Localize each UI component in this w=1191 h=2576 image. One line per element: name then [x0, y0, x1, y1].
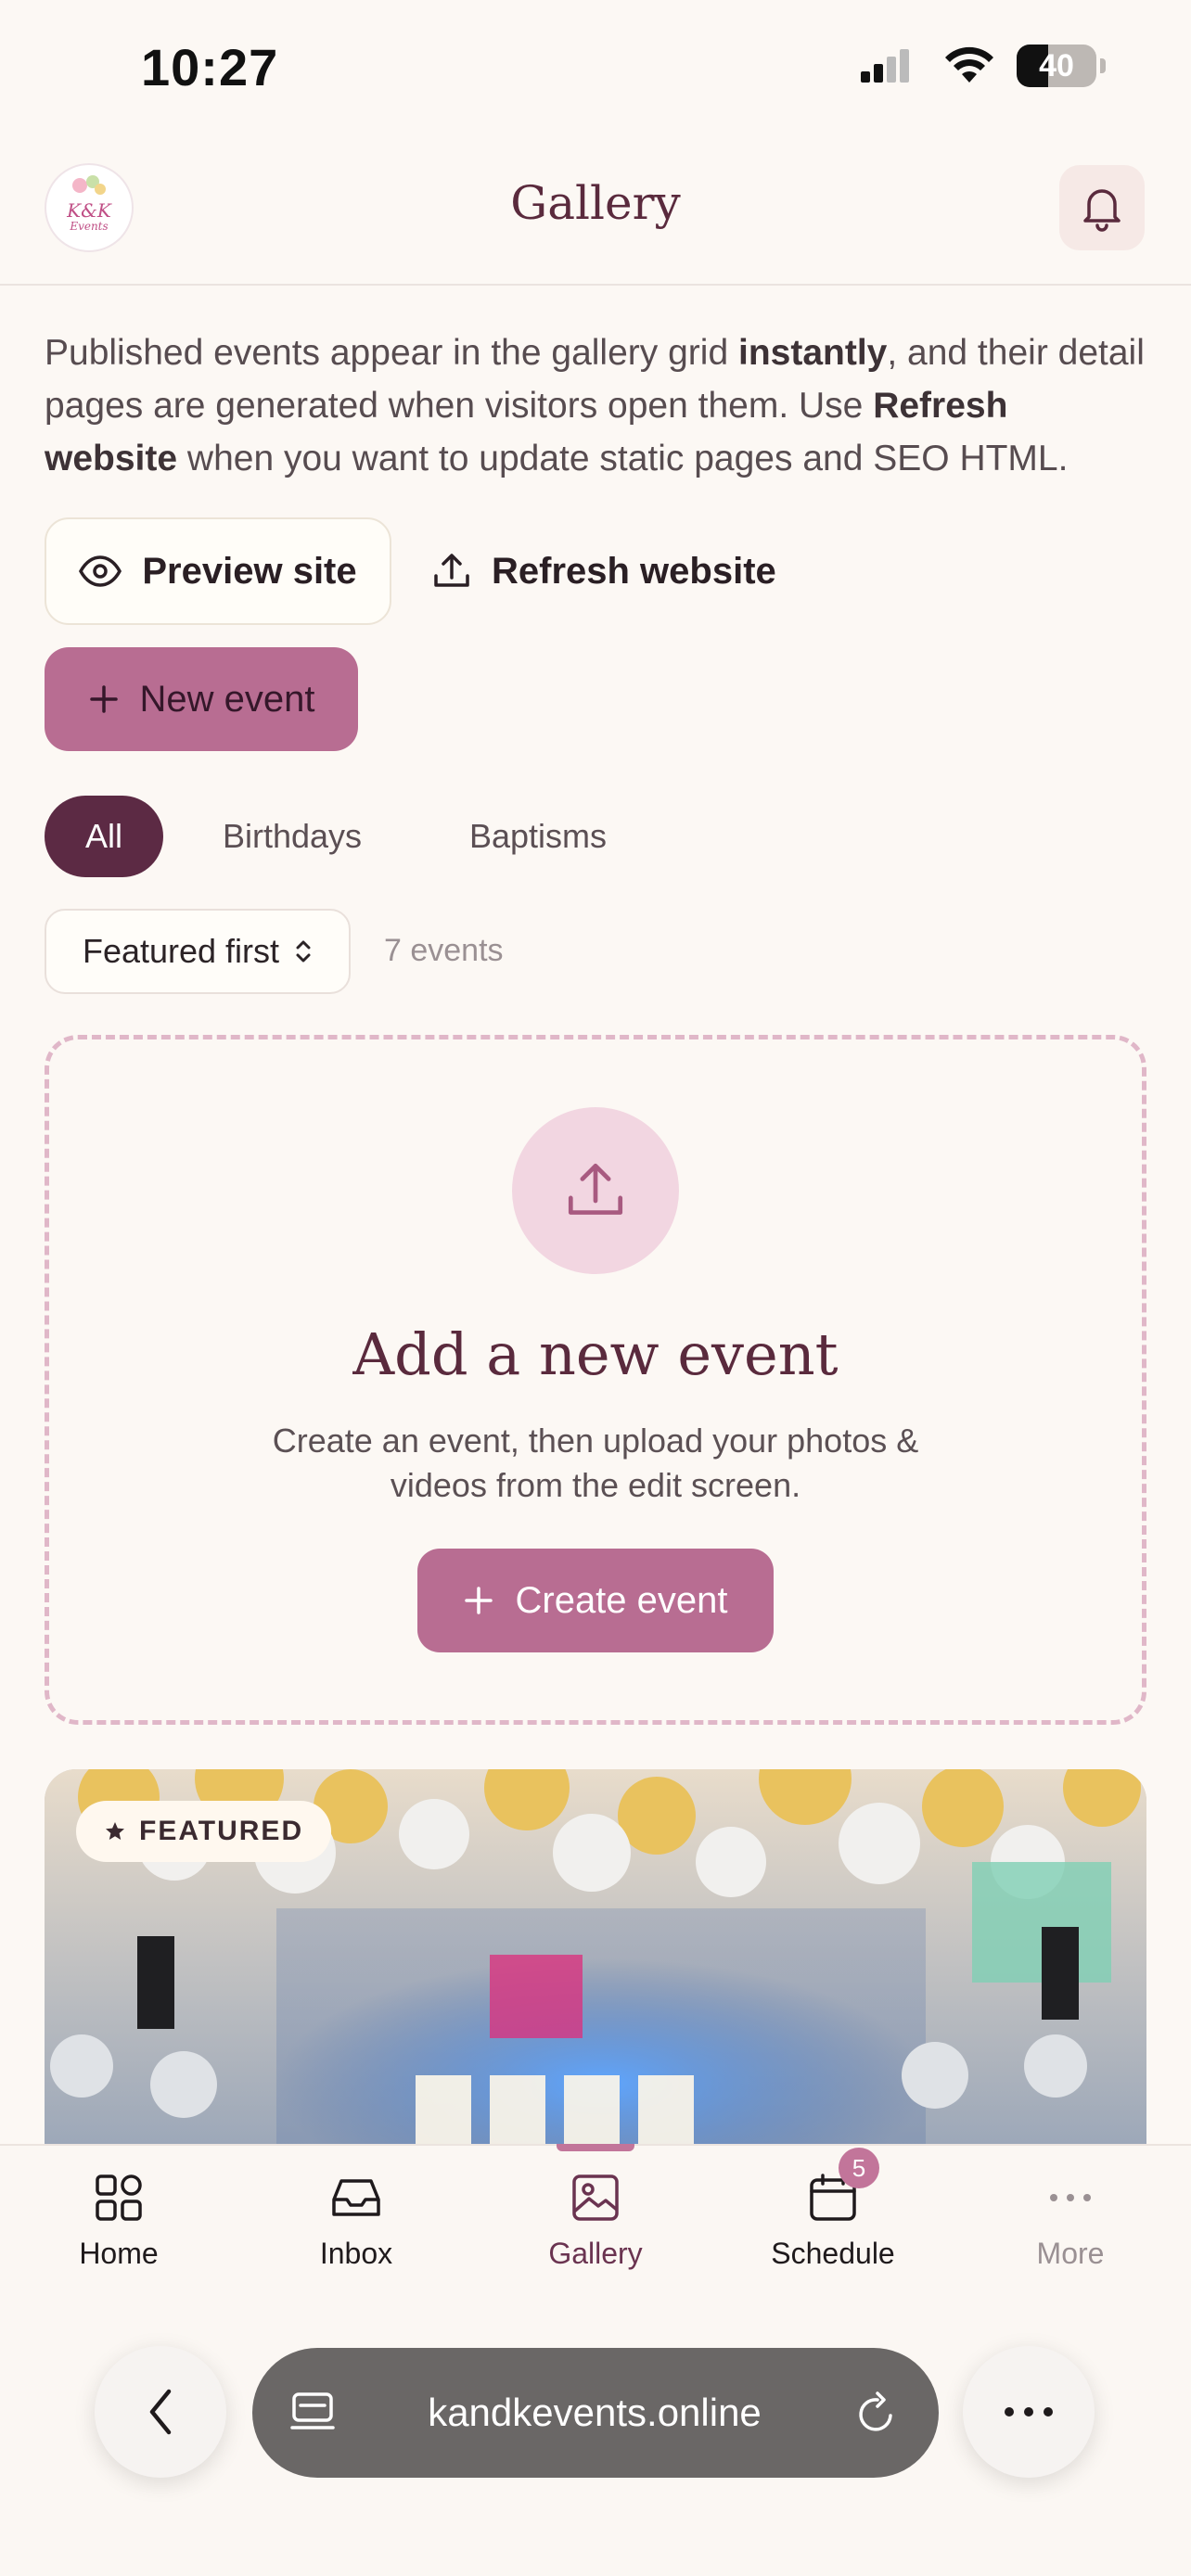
chevron-left-icon [149, 2389, 172, 2435]
preview-site-button[interactable]: Preview site [45, 517, 391, 625]
tab-more[interactable]: More [978, 2170, 1163, 2271]
tab-home-label: Home [79, 2237, 159, 2270]
upload-icon [568, 1163, 623, 1215]
upload-icon [434, 554, 469, 587]
new-event-label: New event [139, 678, 315, 720]
add-event-description: Create an event, then upload your photos… [272, 1422, 919, 1504]
sort-select[interactable]: Featured first [45, 909, 351, 994]
browser-back-button[interactable] [95, 2346, 226, 2478]
cellular-signal-icon [861, 49, 909, 83]
active-tab-indicator [557, 2144, 634, 2151]
event-count: 7 events [384, 933, 504, 968]
bell-icon [1083, 189, 1121, 232]
home-grid-icon [91, 2170, 147, 2225]
browser-url-bar[interactable]: kandkevents.online [252, 2348, 939, 2478]
filter-chip-birthdays[interactable]: Birthdays [195, 796, 390, 877]
chevron-up-down-icon [296, 940, 311, 963]
image-icon [568, 2170, 623, 2225]
more-dots-icon [1043, 2170, 1098, 2225]
wifi-icon [945, 46, 993, 83]
tab-schedule[interactable]: 5 Schedule [740, 2148, 926, 2271]
status-time: 10:27 [141, 38, 279, 96]
battery-level: 40 [1039, 47, 1074, 83]
reload-icon[interactable] [853, 2390, 898, 2436]
intro-bold-instantly: instantly [737, 333, 888, 373]
browser-url-text: kandkevents.online [428, 2391, 762, 2434]
new-event-button[interactable]: New event [45, 647, 358, 751]
gallery-intro-text: Published events appear in the gallery g… [45, 326, 1148, 485]
plus-icon [89, 685, 118, 713]
tab-overview-icon [290, 2392, 335, 2429]
tab-inbox-label: Inbox [319, 2237, 393, 2270]
create-event-button[interactable]: Create event [417, 1549, 774, 1652]
tab-schedule-label: Schedule [771, 2237, 895, 2270]
page-title: Gallery [510, 176, 681, 230]
tab-more-label: More [1036, 2237, 1105, 2270]
upload-icon-circle [512, 1107, 679, 1274]
preview-site-label: Preview site [142, 550, 357, 592]
plus-icon [465, 1587, 493, 1614]
schedule-badge: 5 [839, 2148, 879, 2188]
inbox-tray-icon [328, 2170, 384, 2225]
intro-text-3: when you want to update static pages and… [177, 439, 1069, 478]
more-dots-icon [1005, 2407, 1053, 2417]
featured-badge-label: FEATURED [139, 1816, 304, 1846]
tab-inbox[interactable]: Inbox [263, 2170, 449, 2271]
filter-chip-all[interactable]: All [45, 796, 163, 877]
notifications-button[interactable] [1059, 165, 1145, 250]
add-event-title: Add a new event [352, 1320, 839, 1388]
refresh-website-button[interactable]: Refresh website [432, 517, 776, 625]
filter-chip-baptisms[interactable]: Baptisms [432, 796, 644, 877]
create-event-label: Create event [515, 1579, 728, 1621]
tab-gallery[interactable]: Gallery [503, 2170, 688, 2271]
battery-cap [1100, 58, 1106, 73]
battery-icon: 40 [1017, 45, 1096, 87]
tab-home[interactable]: Home [26, 2170, 211, 2271]
tab-gallery-label: Gallery [548, 2237, 643, 2270]
intro-text-1: Published events appear in the gallery g… [45, 333, 738, 373]
eye-icon [79, 555, 122, 587]
status-icons: 40 [861, 45, 1106, 87]
refresh-website-label: Refresh website [492, 550, 776, 592]
featured-badge: FEATURED [76, 1801, 332, 1862]
browser-more-button[interactable] [963, 2346, 1095, 2478]
calendar-icon: 5 [805, 2148, 879, 2225]
star-icon [106, 1822, 124, 1840]
sort-selected-label: Featured first [82, 932, 280, 970]
